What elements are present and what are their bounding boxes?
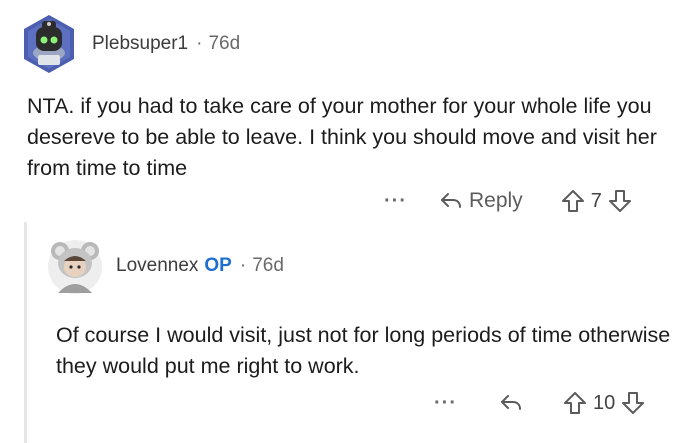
reply-button[interactable] [499,393,523,413]
comment-body: Of course I would visit, just not for lo… [56,323,671,378]
avatar-robot-icon [24,15,74,73]
comment-actions: ··· Reply 7 [384,188,632,214]
upvote-arrow-icon[interactable] [561,188,585,214]
vote-controls: 10 [563,390,645,416]
vote-controls: 7 [561,188,632,214]
comment-body: NTA. if you had to take care of your mot… [27,94,657,180]
vote-score: 10 [592,391,616,414]
downvote-arrow-icon[interactable] [621,390,645,416]
more-options-icon[interactable]: ··· [384,190,407,213]
reply-thread-line [24,222,27,443]
reply-arrow-icon [500,395,521,410]
comment-header: Plebsuper1 · 76d [18,13,240,75]
comment-actions: ··· 10 [434,390,645,416]
user-avatar[interactable] [46,237,104,295]
reply-button[interactable]: Reply [439,189,523,213]
user-avatar[interactable] [18,13,80,75]
more-options-icon[interactable]: ··· [434,392,457,415]
reply-arrow-icon [440,193,461,208]
comment-author[interactable]: Plebsuper1 [92,33,188,55]
downvote-arrow-icon[interactable] [608,188,632,214]
meta-separator: · [196,33,203,54]
op-badge: OP [204,255,232,276]
comment-author[interactable]: Lovennex [116,255,198,277]
meta-separator: · [239,255,247,276]
comment-age: 76d [252,255,284,276]
vote-score: 7 [590,189,602,212]
comment-age: 76d [208,33,241,54]
reply-label: Reply [468,189,523,212]
avatar-koala-icon [48,240,102,294]
comment-header: Lovennex OP · 76d [46,237,284,295]
upvote-arrow-icon[interactable] [563,390,587,416]
